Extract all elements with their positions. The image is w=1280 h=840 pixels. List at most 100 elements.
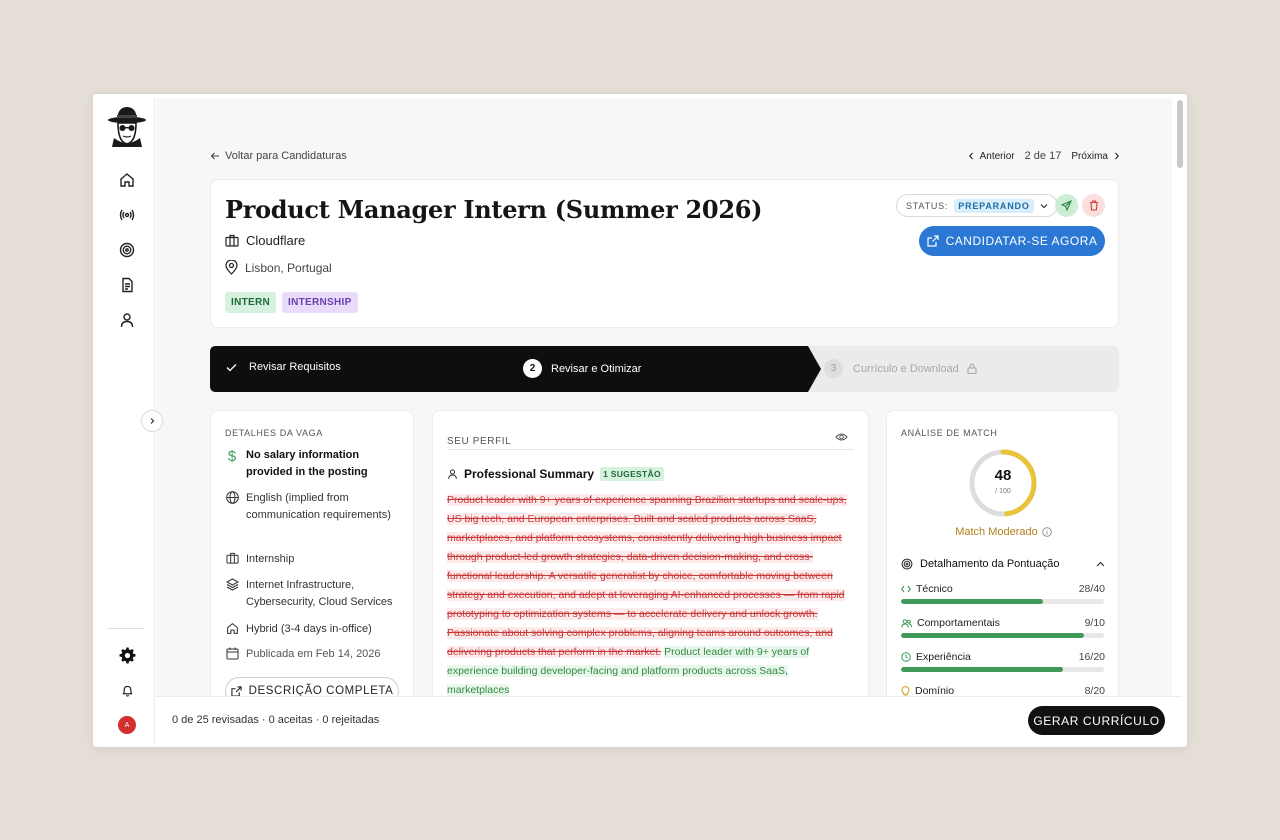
next-label: Próxima [1071,150,1108,162]
type-text: Internship [246,553,295,565]
experience-value: 16/20 [1078,651,1105,663]
pager: Anterior 2 de 17 Próxima [968,150,1120,162]
score-row-domain: Domínio 8/20 [901,685,1105,696]
technical-value: 28/40 [1078,583,1105,595]
briefcase-icon [225,234,239,247]
step-3-label: Currículo e Download [853,362,959,375]
next-button[interactable]: Próxima [1071,151,1120,162]
pager-position: 2 de 17 [1024,150,1062,162]
job-details-heading: DETALHES DA VAGA [225,428,323,438]
send-button[interactable] [1055,194,1078,217]
apply-now-label: CANDIDATAR-SE AGORA [945,234,1098,248]
back-to-applications-link[interactable]: Voltar para Candidaturas [210,150,347,162]
score-row-technical: Técnico 28/40 [901,583,1105,604]
professional-summary-header: Professional Summary 1 SUGESTÃO [447,467,664,481]
main-content: Voltar para Candidaturas Anterior 2 de 1… [156,98,1172,696]
match-score-value: 48 [994,467,1012,484]
location-text: Lisbon, Portugal [245,260,332,275]
layers-icon [225,577,239,611]
step-3-number: 3 [824,359,843,378]
previous-label: Anterior [979,150,1015,162]
behavioral-bar-fill [901,633,1084,638]
broadcast-icon[interactable] [116,204,138,226]
globe-icon [225,490,239,524]
industry-text: Internet Infrastructure, Cybersecurity, … [246,579,393,608]
domain-label: Domínio [915,685,955,696]
experience-bar-track [901,667,1104,672]
home-icon[interactable] [116,169,138,191]
target-icon [901,558,913,570]
check-icon [226,363,237,371]
step-1-label: Revisar Requisitos [249,361,341,373]
clock-icon [901,652,911,662]
users-icon [901,618,912,628]
code-icon [901,585,911,593]
suggestion-badge: 1 SUGESTÃO [600,467,664,481]
profile-panel: SEU PERFIL Professional Summary 1 SUGEST… [432,410,869,696]
summary-diff[interactable]: Product leader with 9+ years of experien… [447,491,851,696]
progress-stepper: Revisar Requisitos 2 Revisar e Otimizar … [210,346,1119,392]
bottom-action-bar: 0 de 25 revisadas · 0 aceitas · 0 rejeit… [156,696,1182,744]
tag-intern: INTERN [225,292,277,313]
arrow-left-icon [210,152,219,160]
experience-bar-fill [901,667,1064,672]
score-breakdown-title: Detalhamento da Pontuação [920,558,1060,570]
main-scrollbar[interactable] [1177,98,1183,744]
detail-language: English (implied from communication requ… [225,490,405,524]
full-description-button[interactable]: DESCRIÇÃO COMPLETA [225,677,399,696]
external-link-icon [230,685,242,696]
language-text: English (implied from communication requ… [246,492,391,521]
sidebar-expand-button[interactable] [141,410,163,432]
user-icon [448,469,457,479]
salary-text: No salary information provided in the po… [246,449,368,478]
user-avatar[interactable]: A [118,716,136,734]
chevron-up-icon [1096,561,1105,567]
match-score-max: / 100 [995,488,1011,495]
company-row: Cloudflare [225,233,305,248]
detail-work-mode: Hybrid (3-4 days in-office) [225,621,405,638]
delete-button[interactable] [1082,194,1105,217]
lock-icon [967,363,977,374]
apply-now-button[interactable]: CANDIDATAR-SE AGORA [919,226,1105,256]
technical-bar-fill [901,599,1044,604]
sidebar-divider [107,628,145,629]
user-icon[interactable] [116,309,138,331]
detail-published: Publicada em Feb 14, 2026 [225,646,405,663]
experience-label: Experiência [916,651,971,663]
dollar-icon: $ [227,448,237,465]
chevron-right-icon [1115,152,1119,160]
info-icon[interactable] [1042,527,1052,537]
status-dropdown[interactable]: STATUS: PREPARANDO [896,194,1058,217]
location-row: Lisbon, Portugal [225,260,332,275]
step-2-label: Revisar e Otimizar [551,362,642,375]
behavioral-value: 9/10 [1084,617,1105,629]
bell-icon[interactable] [116,679,138,701]
step-review-requirements[interactable]: Revisar Requisitos [226,361,341,373]
spy-logo-icon[interactable] [106,104,148,148]
generate-resume-button[interactable]: GERAR CURRÍCULO [1028,706,1165,735]
job-tags: INTERN INTERNSHIP [225,292,358,313]
match-analysis-panel: ANÁLISE DE MATCH 48 / 100 Match Moderado… [886,410,1119,696]
removed-text: Product leader with 9+ years of experien… [447,494,847,658]
tag-internship: INTERNSHIP [282,292,358,313]
score-breakdown-toggle[interactable]: Detalhamento da Pontuação [901,558,1105,570]
app-window: A Voltar para Candidaturas Anterior 2 de… [92,93,1188,748]
professional-summary-title: Professional Summary [464,467,595,481]
previous-button[interactable]: Anterior [968,151,1015,162]
behavioral-label: Comportamentais [917,617,1000,629]
settings-gear-icon[interactable] [116,644,138,666]
back-link-label: Voltar para Candidaturas [225,150,347,162]
status-badge: PREPARANDO [954,198,1034,213]
step-review-optimize[interactable]: 2 Revisar e Otimizar [523,359,641,378]
trash-icon [1089,200,1098,211]
scrollbar-thumb[interactable] [1177,100,1183,168]
document-icon[interactable] [116,274,138,296]
briefcase-icon [225,551,239,568]
company-name: Cloudflare [246,233,306,248]
target-icon[interactable] [116,239,138,261]
score-row-experience: Experiência 16/20 [901,651,1105,672]
match-analysis-heading: ANÁLISE DE MATCH [901,428,998,438]
eye-icon[interactable] [835,432,848,442]
home-icon [225,621,239,638]
map-pin-icon [225,260,238,275]
